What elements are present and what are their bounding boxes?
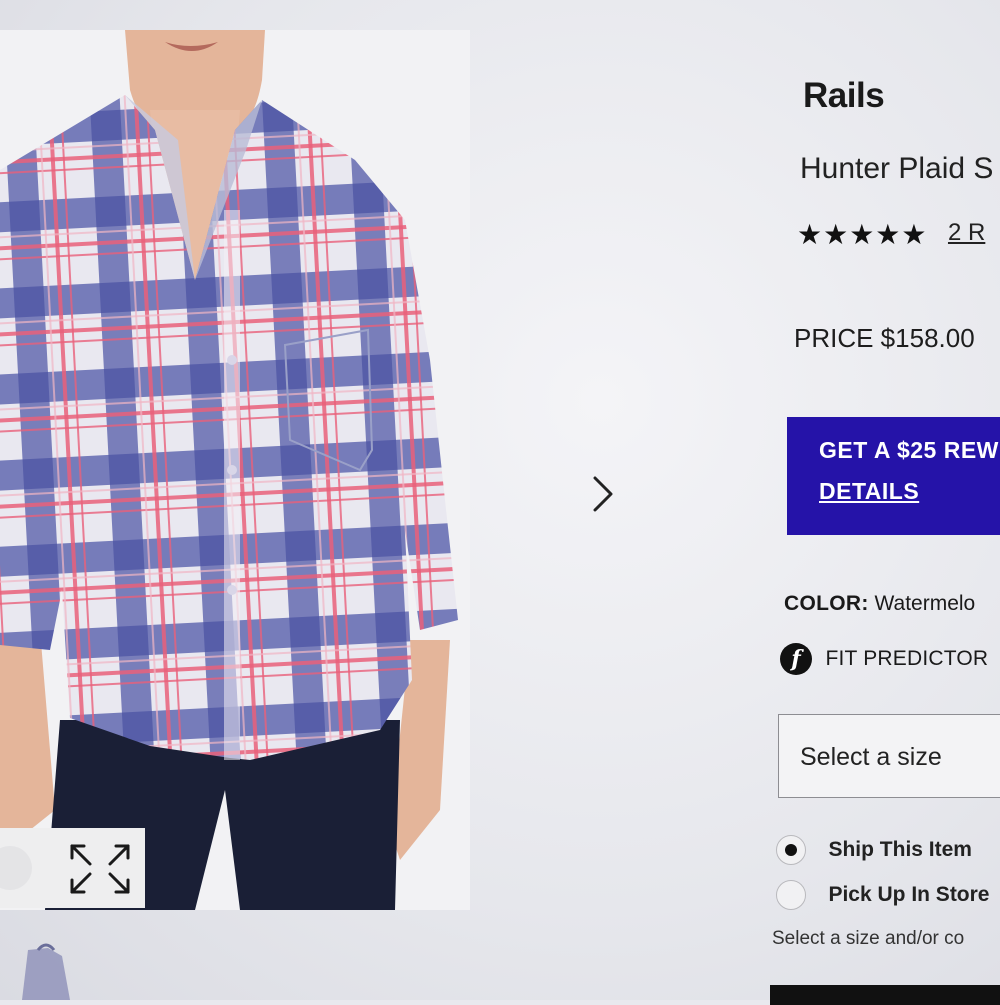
product-page: Rails Hunter Plaid S ★★★★★ 2 R PRICE $15… — [0, 0, 1000, 1005]
rating-row: ★★★★★ 2 R — [797, 218, 985, 251]
pick-up-in-store-label: Pick Up In Store — [828, 883, 990, 906]
reward-title: GET A $25 REW — [819, 437, 999, 463]
chevron-right-icon — [593, 476, 613, 512]
size-select-label: Select a size — [800, 743, 942, 771]
product-image[interactable] — [0, 30, 470, 910]
fulfillment-hint: Select a size and/or co — [772, 928, 965, 949]
expand-icon — [0, 844, 130, 894]
color-row: COLOR: Watermelo — [784, 592, 975, 616]
product-title: Hunter Plaid S — [800, 152, 994, 185]
ship-this-item-label: Ship This Item — [828, 838, 972, 861]
radio-button[interactable] — [776, 880, 806, 910]
pick-up-in-store-option[interactable]: Pick Up In Store — [776, 880, 990, 910]
product-thumbnail[interactable] — [0, 930, 150, 1000]
price: PRICE $158.00 — [794, 323, 975, 353]
brand-link[interactable]: Rails — [803, 76, 885, 116]
fit-predictor-link[interactable]: f FIT PREDICTOR — [780, 643, 988, 675]
fit-predictor-icon: f — [780, 643, 812, 675]
thumbnail-strip[interactable] — [0, 930, 150, 1000]
next-image-button[interactable] — [585, 472, 621, 516]
reward-banner: GET A $25 REW DETAILS — [787, 417, 1000, 535]
radio-button-checked[interactable] — [776, 835, 806, 865]
reward-details-link[interactable]: DETAILS — [819, 478, 919, 505]
color-value: Watermelo — [874, 592, 976, 615]
fit-predictor-label: FIT PREDICTOR — [825, 647, 989, 670]
zoom-button[interactable] — [0, 828, 145, 908]
color-label: COLOR: — [784, 592, 869, 615]
add-to-bag-button[interactable] — [770, 985, 1000, 1005]
reviews-link[interactable]: 2 R — [948, 219, 985, 246]
ship-this-item-option[interactable]: Ship This Item — [776, 835, 972, 865]
size-select[interactable]: Select a size — [778, 714, 1000, 798]
star-rating-icon: ★★★★★ — [797, 219, 928, 250]
